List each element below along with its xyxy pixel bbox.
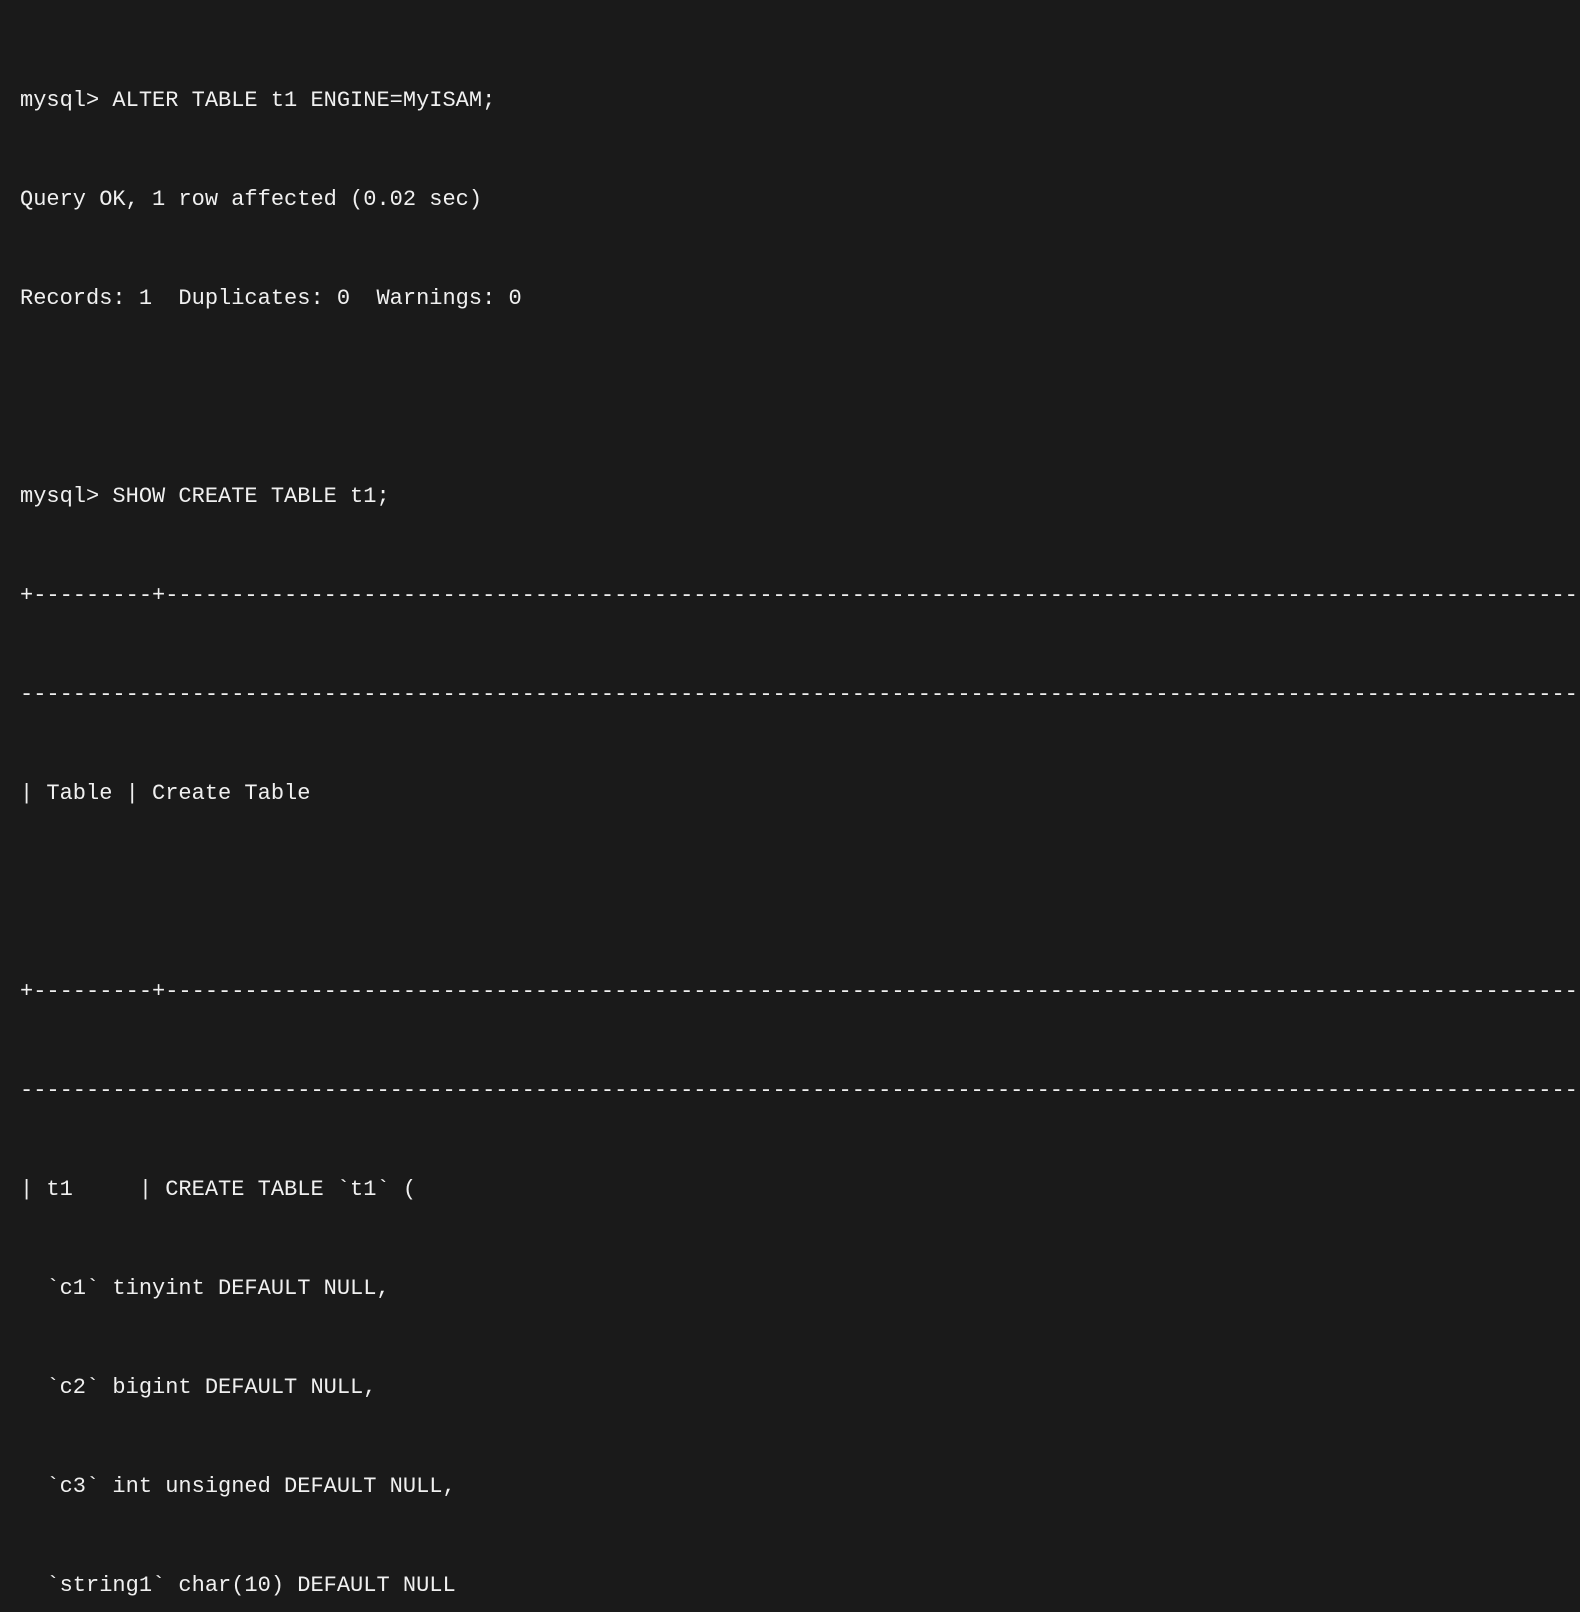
data-row-3: `c2` bigint DEFAULT NULL, bbox=[20, 1371, 1560, 1404]
terminal-output: mysql> ALTER TABLE t1 ENGINE=MyISAM; Que… bbox=[20, 18, 1560, 1612]
separator-mid: +---------+-----------------------------… bbox=[20, 975, 1560, 1008]
query-ok: Query OK, 1 row affected (0.02 sec) bbox=[20, 183, 1560, 216]
data-row-4: `c3` int unsigned DEFAULT NULL, bbox=[20, 1470, 1560, 1503]
separator-mid-2: ----------------------------------------… bbox=[20, 1074, 1560, 1107]
data-row-5: `string1` char(10) DEFAULT NULL bbox=[20, 1569, 1560, 1602]
empty-line-2 bbox=[20, 876, 1560, 909]
separator-top: +---------+-----------------------------… bbox=[20, 579, 1560, 612]
records-info: Records: 1 Duplicates: 0 Warnings: 0 bbox=[20, 282, 1560, 315]
alter-table-cmd: mysql> ALTER TABLE t1 ENGINE=MyISAM; bbox=[20, 84, 1560, 117]
table-header: | Table | Create Table bbox=[20, 777, 1560, 810]
separator-top-2: ----------------------------------------… bbox=[20, 678, 1560, 711]
data-row-2: `c1` tinyint DEFAULT NULL, bbox=[20, 1272, 1560, 1305]
empty-line-1 bbox=[20, 381, 1560, 414]
show-create-cmd: mysql> SHOW CREATE TABLE t1; bbox=[20, 480, 1560, 513]
data-row-1: | t1 | CREATE TABLE `t1` ( bbox=[20, 1173, 1560, 1206]
